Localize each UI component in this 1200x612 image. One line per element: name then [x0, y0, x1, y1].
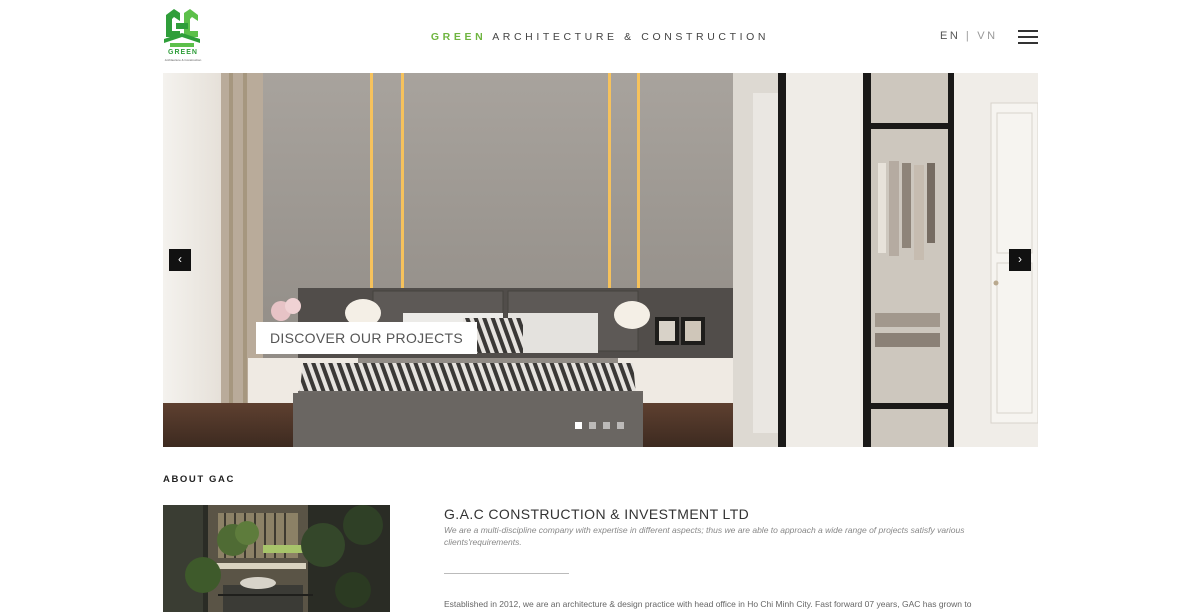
- slider-dot-1[interactable]: [575, 422, 582, 429]
- section-divider: [444, 573, 569, 574]
- hamburger-icon[interactable]: [1018, 30, 1038, 44]
- lang-separator: |: [965, 30, 969, 42]
- site-title-rest: ARCHITECTURE & CONSTRUCTION: [492, 31, 770, 43]
- slider-prev-button[interactable]: ‹: [169, 249, 191, 271]
- company-name: G.A.C CONSTRUCTION & INVESTMENT LTD: [444, 506, 750, 522]
- lang-vn-link[interactable]: VN: [977, 30, 997, 42]
- logo-subtitle: Architecture & Construction: [164, 58, 202, 62]
- logo-wordmark: GREEN: [168, 49, 198, 56]
- lang-en-link[interactable]: EN: [940, 30, 960, 42]
- about-photo: [163, 505, 390, 612]
- company-tagline: We are a multi-discipline company with e…: [444, 525, 965, 547]
- about-image: [163, 505, 390, 612]
- discover-projects-button[interactable]: DISCOVER OUR PROJECTS: [256, 322, 477, 354]
- slider-dot-3[interactable]: [603, 422, 610, 429]
- language-switcher: EN | VN: [940, 30, 998, 42]
- slider-dot-2[interactable]: [589, 422, 596, 429]
- slider-next-button[interactable]: ›: [1009, 249, 1031, 271]
- slider-dot-4[interactable]: [617, 422, 624, 429]
- hero-slider[interactable]: ‹ › DISCOVER OUR PROJECTS: [163, 73, 1038, 447]
- about-body-text: Established in 2012, we are an architect…: [444, 599, 972, 609]
- site-title-highlight: GREEN: [430, 31, 487, 43]
- site-header: GREEN Architecture & Construction GREEN …: [0, 0, 1200, 72]
- slide-image: [163, 73, 1038, 447]
- about-heading: ABOUT GAC: [163, 474, 235, 485]
